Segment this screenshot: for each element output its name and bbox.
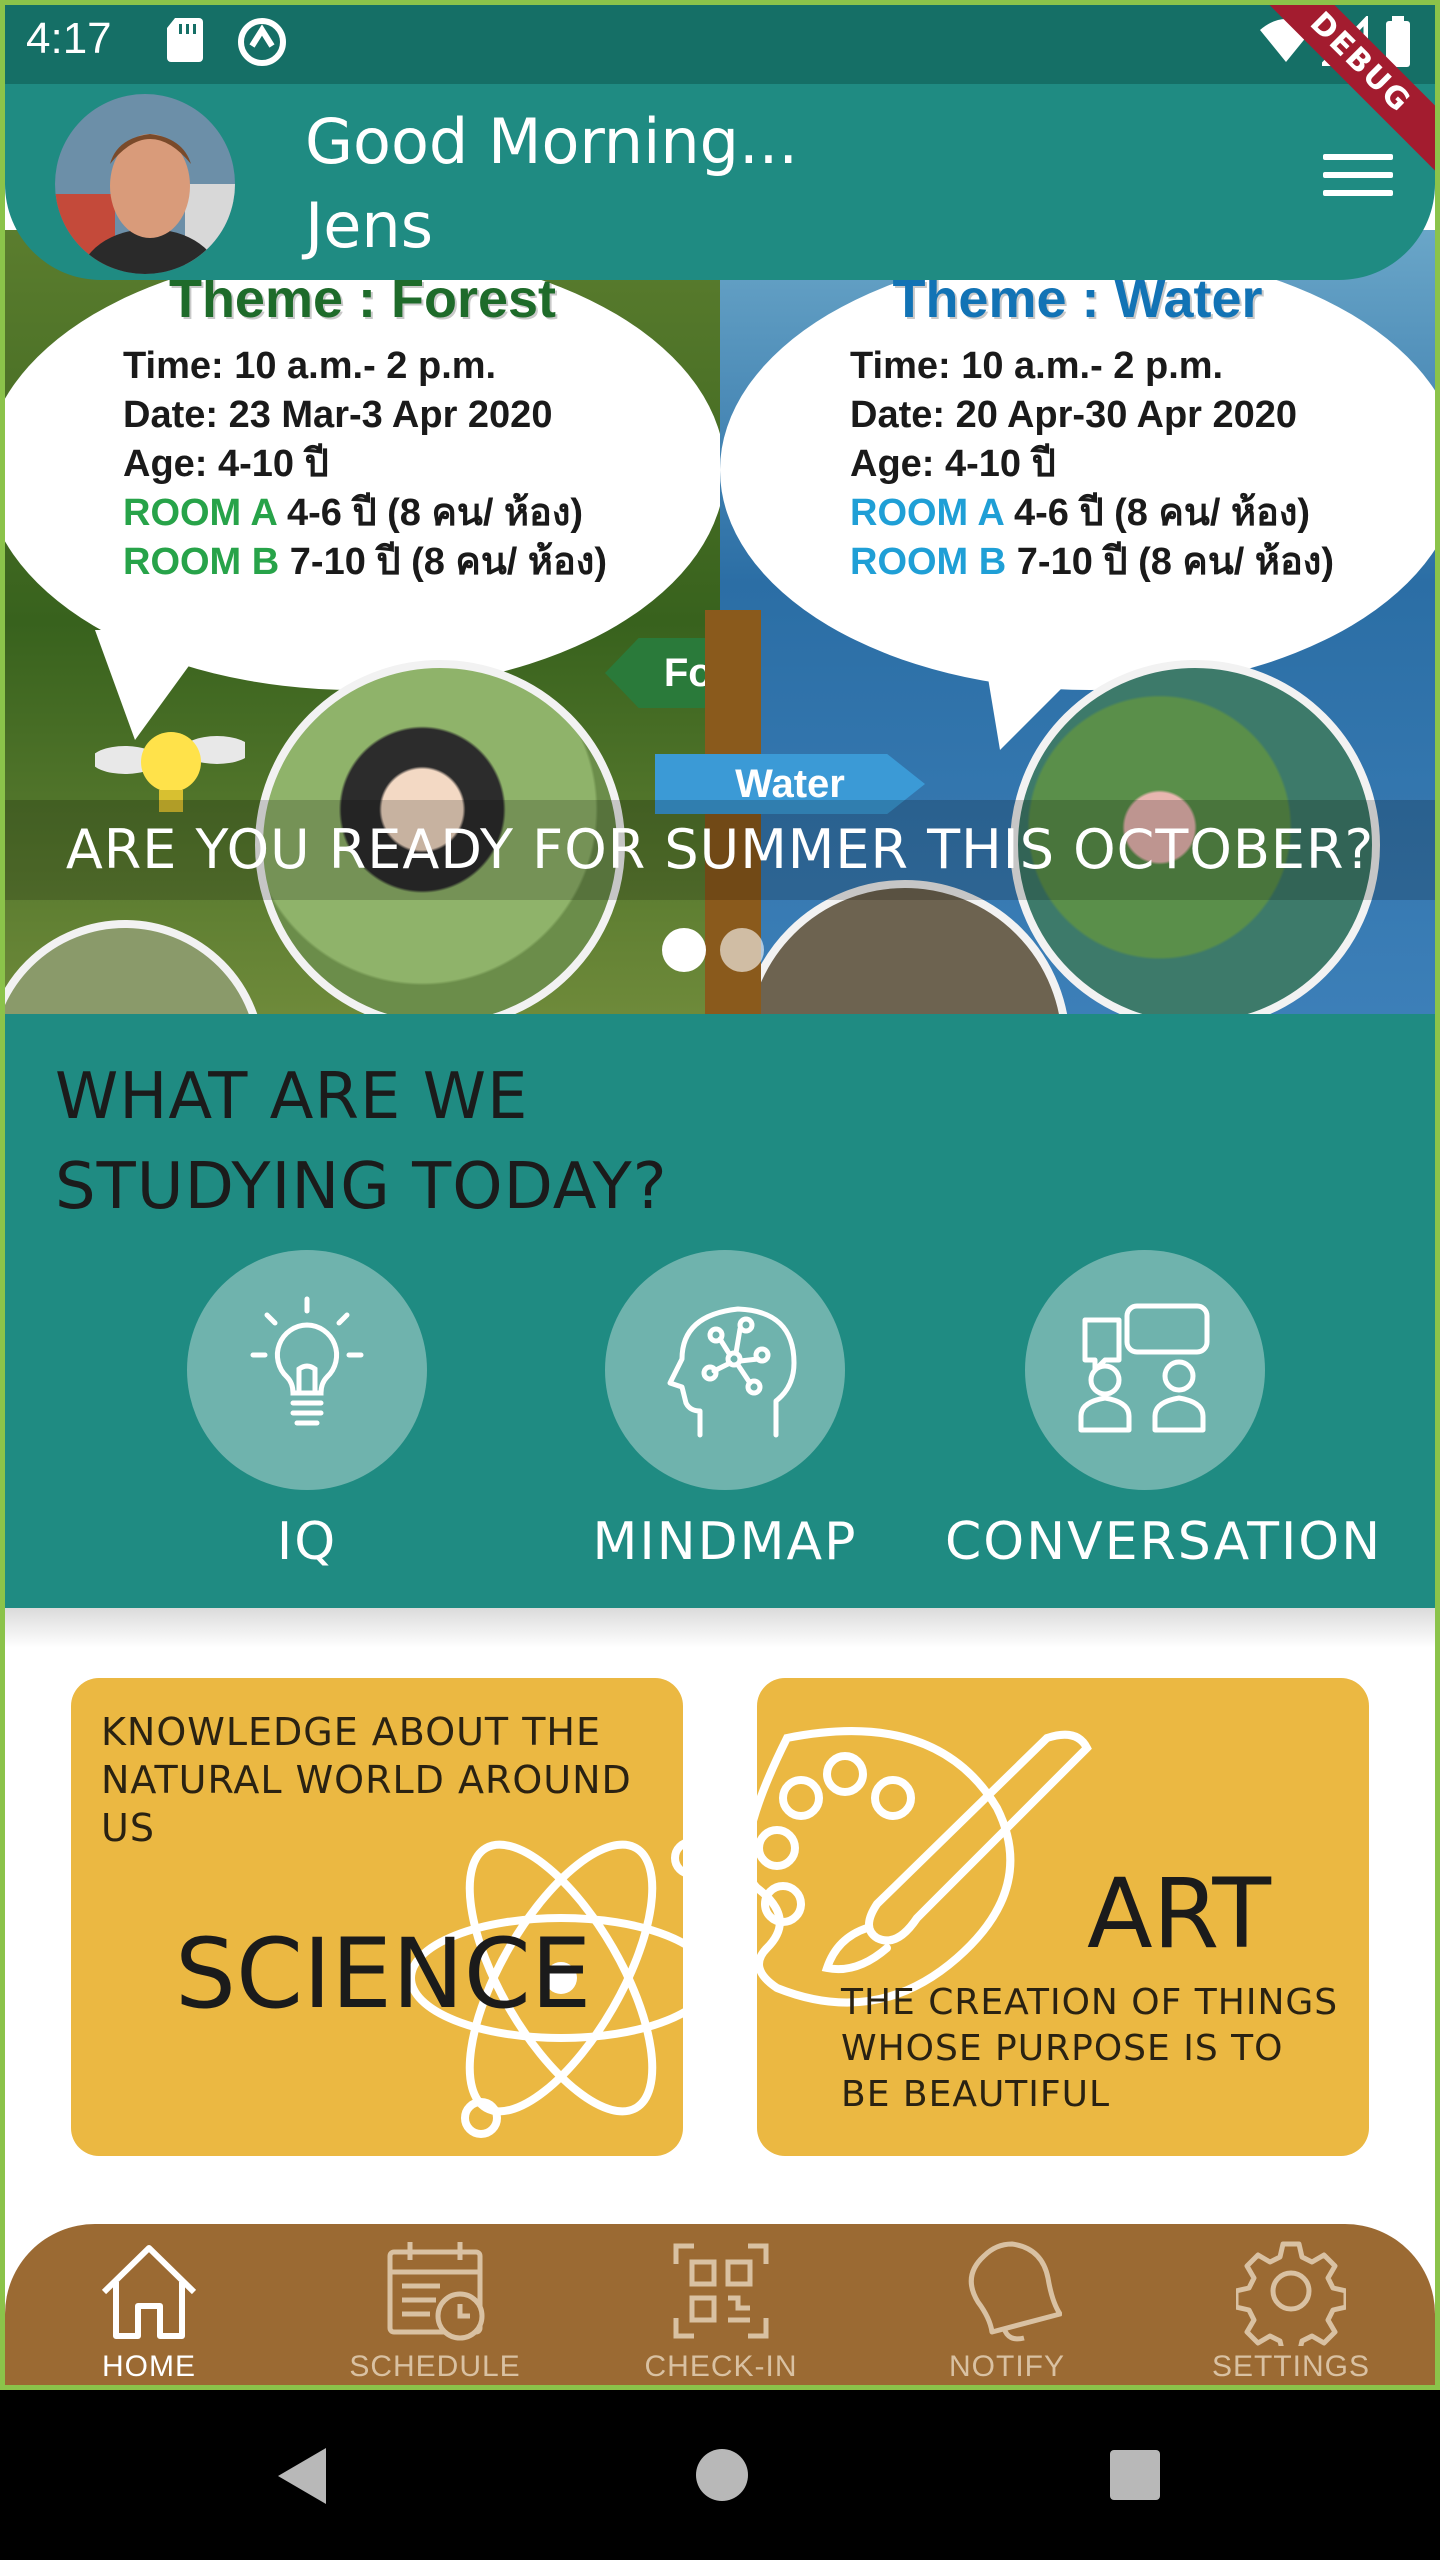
bottom-nav: HOME SCHEDULE CHECK-IN NOTIFY SETTINGS [5, 2224, 1435, 2392]
system-navigation-bar [0, 2390, 1440, 2560]
user-name: Jens [305, 189, 434, 262]
sync-icon [238, 18, 286, 66]
subject-conversation-label: CONVERSATION [945, 1512, 1383, 1572]
home-circle-icon[interactable] [694, 2447, 750, 2503]
greeting-text: Good Morning... [305, 105, 799, 178]
forest-age: Age: 4-10 ปี [123, 443, 329, 485]
art-title: ART [1087, 1858, 1272, 1970]
subject-mindmap-label: MINDMAP [592, 1512, 858, 1572]
app-header: Good Morning... Jens [5, 84, 1435, 280]
status-bar: 4:17 [0, 0, 1440, 84]
status-time: 4:17 [26, 14, 112, 63]
gear-icon [1236, 2241, 1346, 2346]
bell-icon [968, 2241, 1062, 2342]
back-icon[interactable] [272, 2444, 332, 2508]
art-description: THE CREATION OF THINGS WHOSE PURPOSE IS … [841, 1980, 1338, 2118]
art-desc-line3: BE BEAUTIFUL [841, 2074, 1111, 2115]
menu-icon[interactable] [1323, 154, 1393, 204]
art-card[interactable]: ART THE CREATION OF THINGS WHOSE PURPOSE… [757, 1678, 1369, 2156]
home-icon [101, 2245, 197, 2339]
water-room-a-label: ROOM A [850, 492, 1004, 534]
study-heading-line2: STUDYING TODAY? [55, 1150, 668, 1224]
science-desc-line1: KNOWLEDGE ABOUT THE [101, 1710, 602, 1754]
banner-caption: ARE YOU READY FOR SUMMER THIS OCTOBER? [5, 800, 1435, 900]
section-shadow [5, 1608, 1435, 1648]
greeting: Good Morning... Jens [305, 100, 798, 268]
subject-iq[interactable]: IQ [107, 1250, 507, 1572]
forest-time: Time: 10 a.m.- 2 p.m. [123, 345, 497, 387]
study-heading: WHAT ARE WE STUDYING TODAY? [55, 1052, 955, 1232]
avatar[interactable] [55, 94, 235, 274]
subject-mindmap-circle[interactable] [605, 1250, 845, 1490]
carousel-dot-2[interactable] [720, 928, 764, 972]
forest-room-a-label: ROOM A [123, 492, 277, 534]
water-room-a-text: 4-6 ปี (8 คน/ ห้อง) [1003, 492, 1311, 534]
science-card[interactable]: KNOWLEDGE ABOUT THE NATURAL WORLD AROUND… [71, 1678, 683, 2156]
nav-settings-label: SETTINGS [1211, 2350, 1370, 2383]
subject-conversation[interactable]: CONVERSATION [945, 1250, 1383, 1572]
art-desc-line2: WHOSE PURPOSE IS TO [841, 2028, 1284, 2069]
calendar-clock-icon [387, 2242, 485, 2341]
nav-settings[interactable]: SETTINGS [1147, 2236, 1435, 2390]
nav-schedule-label: SCHEDULE [349, 2350, 521, 2383]
carousel-indicator [662, 928, 778, 976]
nav-check-in[interactable]: CHECK-IN [577, 2236, 865, 2390]
brain-icon [667, 1306, 797, 1438]
conversation-icon [1078, 1303, 1210, 1433]
avatar-photo [55, 94, 235, 274]
forest-photo-small [5, 920, 265, 1014]
promo-banner[interactable]: Theme : Forest Time: 10 a.m.- 2 p.m. Dat… [5, 230, 1435, 1014]
subject-iq-label: IQ [276, 1512, 338, 1572]
forest-date: Date: 23 Mar-3 Apr 2020 [123, 394, 553, 436]
forest-info: Time: 10 a.m.- 2 p.m. Date: 23 Mar-3 Apr… [123, 342, 607, 587]
art-desc-line1: THE CREATION OF THINGS [841, 1982, 1339, 2023]
nav-schedule[interactable]: SCHEDULE [291, 2236, 579, 2390]
nav-home[interactable]: HOME [5, 2236, 293, 2392]
forest-room-b-text: 7-10 ปี (8 คน/ ห้อง) [279, 541, 608, 583]
water-room-b-text: 7-10 ปี (8 คน/ ห้อง) [1006, 541, 1335, 583]
subject-conversation-circle[interactable] [1025, 1250, 1265, 1490]
water-room-b-label: ROOM B [850, 541, 1007, 583]
subject-iq-circle[interactable] [187, 1250, 427, 1490]
nav-home-label: HOME [102, 2350, 196, 2383]
forest-room-b-label: ROOM B [123, 541, 280, 583]
lightbulb-icon [250, 1296, 364, 1426]
subject-mindmap[interactable]: MINDMAP [525, 1250, 925, 1572]
water-age: Age: 4-10 ปี [850, 443, 1056, 485]
study-heading-line1: WHAT ARE WE [55, 1060, 529, 1134]
sd-card-icon [167, 18, 203, 62]
forest-sign: Forest [605, 638, 720, 708]
carousel-dot-1[interactable] [662, 928, 706, 972]
science-desc-line3: US [101, 1806, 155, 1850]
science-title: SCIENCE [175, 1918, 592, 2030]
water-date: Date: 20 Apr-30 Apr 2020 [850, 394, 1298, 436]
nav-check-in-label: CHECK-IN [644, 2350, 798, 2383]
water-info: Time: 10 a.m.- 2 p.m. Date: 20 Apr-30 Ap… [850, 342, 1334, 587]
recents-icon[interactable] [1108, 2448, 1162, 2502]
water-time: Time: 10 a.m.- 2 p.m. [850, 345, 1224, 387]
nav-notify[interactable]: NOTIFY [863, 2236, 1151, 2390]
forest-room-a-text: 4-6 ปี (8 คน/ ห้อง) [276, 492, 584, 534]
study-section: WHAT ARE WE STUDYING TODAY? IQ MINDMAP C… [5, 1014, 1435, 1608]
qr-code-icon [673, 2243, 769, 2339]
science-description: KNOWLEDGE ABOUT THE NATURAL WORLD AROUND… [101, 1708, 632, 1852]
science-desc-line2: NATURAL WORLD AROUND [101, 1758, 632, 1802]
cards-area: KNOWLEDGE ABOUT THE NATURAL WORLD AROUND… [5, 1608, 1435, 2228]
nav-notify-label: NOTIFY [949, 2350, 1065, 2383]
